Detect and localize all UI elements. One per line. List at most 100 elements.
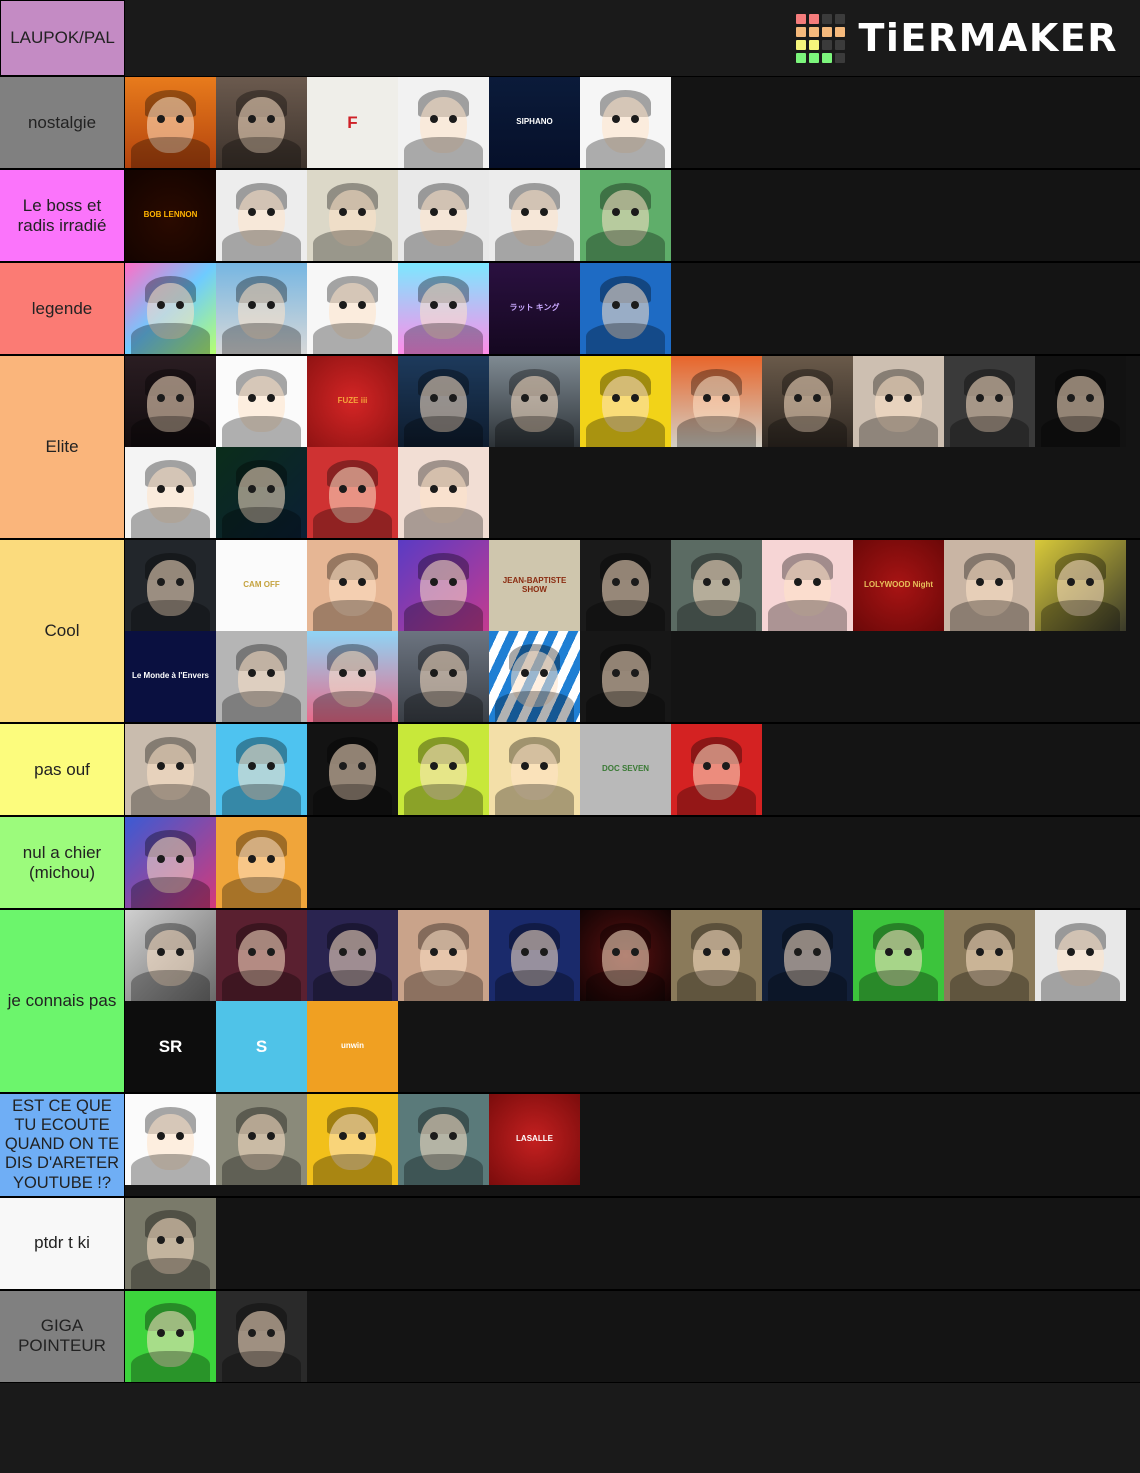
- rat-king-purple-avatar[interactable]: ラット キング: [489, 263, 580, 354]
- lasalle-logo[interactable]: LASALLE: [489, 1094, 580, 1185]
- jojo-style-portrait[interactable]: [580, 540, 671, 631]
- red-black-f-logo[interactable]: F: [307, 77, 398, 168]
- tier-label-7[interactable]: je connais pas: [0, 910, 125, 1093]
- blond-man-striped-shirt[interactable]: [216, 263, 307, 354]
- anime-pink-hair-peace-sign[interactable]: [307, 631, 398, 722]
- fire-eyes-dark-avatar[interactable]: [580, 910, 671, 1001]
- tier-label-3[interactable]: Elite: [0, 356, 125, 539]
- unwin-logo[interactable]: unwin: [307, 1001, 398, 1092]
- young-man-purple-gradient[interactable]: [398, 540, 489, 631]
- tier-label-9[interactable]: ptdr t ki: [0, 1197, 125, 1290]
- tier-items-5[interactable]: DOC SEVEN: [125, 724, 1140, 816]
- man-black-hoodie-dark[interactable]: [216, 1290, 307, 1382]
- tier-label-0[interactable]: nostalgie: [0, 77, 125, 169]
- red-cap-man-green-screen[interactable]: [853, 910, 944, 1001]
- woman-green-jacket[interactable]: [489, 724, 580, 815]
- man-colorful-graffiti-bg[interactable]: [125, 817, 216, 908]
- beanie-man-blue-light[interactable]: [398, 356, 489, 447]
- big-eyes-cartoon-face[interactable]: [398, 447, 489, 538]
- tier-label-4[interactable]: Cool: [0, 540, 125, 723]
- man-with-glasses-beard[interactable]: [398, 170, 489, 261]
- yellow-hoodie-man-neon[interactable]: [762, 910, 853, 1001]
- curly-hair-plaid-shirt-man[interactable]: [307, 724, 398, 815]
- tier-items-1[interactable]: BOB LENNON: [125, 170, 1140, 262]
- smiling-cartoon-blue-rays[interactable]: [489, 631, 580, 722]
- anime-straw-hat-character[interactable]: [307, 263, 398, 354]
- yellow-stencil-portrait[interactable]: [580, 356, 671, 447]
- face-tattoo-man-green-bg[interactable]: [125, 1290, 216, 1382]
- blue-s-logo[interactable]: S: [216, 1001, 307, 1092]
- yellow-duotone-portrait[interactable]: [1035, 540, 1126, 631]
- tier-items-6[interactable]: [125, 817, 1140, 909]
- tier-items-8[interactable]: LASALLE: [125, 1094, 1140, 1197]
- blond-cartoon-boy-avatar[interactable]: [216, 817, 307, 908]
- green-neon-hoodie-man[interactable]: [216, 447, 307, 538]
- red-pixel-cross-logo[interactable]: [671, 724, 762, 815]
- two-men-green-screen[interactable]: [398, 724, 489, 815]
- cam-off-logo[interactable]: CAM OFF: [216, 540, 307, 631]
- lolywood-night-logo[interactable]: LOLYWOOD Night: [853, 540, 944, 631]
- bw-man-thumbs-up[interactable]: [125, 910, 216, 1001]
- tier-items-4[interactable]: CAM OFF JEAN-BAPTISTE SHOW LOLYWOOD Night L…: [125, 540, 1140, 723]
- man-with-face-mask[interactable]: [125, 1197, 216, 1289]
- tier-items-2[interactable]: ラット キング: [125, 263, 1140, 355]
- red-blue-pop-art-portrait[interactable]: [307, 447, 398, 538]
- sr-logo[interactable]: SR: [125, 1001, 216, 1092]
- tier-label-10[interactable]: GIGA POINTEUR: [0, 1290, 125, 1383]
- mustache-cartoon-face[interactable]: [307, 540, 398, 631]
- laser-eyes-man[interactable]: [216, 356, 307, 447]
- yellow-white-arrow-logo[interactable]: [125, 540, 216, 631]
- shirtless-muscular-man[interactable]: [398, 1094, 489, 1185]
- doc-seven-avatar[interactable]: DOC SEVEN: [580, 724, 671, 815]
- man-sunglasses-on-head[interactable]: [580, 631, 671, 722]
- wide-eyed-close-up-man[interactable]: [398, 910, 489, 1001]
- fur-hat-sunglasses-avatar[interactable]: [216, 724, 307, 815]
- bald-man-grey-shirt[interactable]: [125, 724, 216, 815]
- minecraft-hopper-icon[interactable]: [216, 631, 307, 722]
- tier-label-6[interactable]: nul a chier (michou): [0, 817, 125, 909]
- siphano-logo[interactable]: SIPHANO: [489, 77, 580, 168]
- green-shirt-youtuber[interactable]: [580, 77, 671, 168]
- tier-items-3[interactable]: FUZE iii: [125, 356, 1140, 539]
- cat-cartoon-green-bg[interactable]: [580, 170, 671, 261]
- tier-label-5[interactable]: pas ouf: [0, 724, 125, 816]
- tier-list-title-cell[interactable]: LAUPOK/PAL: [0, 0, 125, 76]
- two-friends-red-shirts[interactable]: [489, 170, 580, 261]
- tier-label-2[interactable]: legende: [0, 263, 125, 355]
- man-looking-down-grey[interactable]: [489, 356, 580, 447]
- white-egg-character-rainbow[interactable]: [125, 263, 216, 354]
- child-red-jacket[interactable]: [944, 910, 1035, 1001]
- tier-items-0[interactable]: F SIPHANO: [125, 77, 1140, 169]
- tier-items-9[interactable]: [125, 1197, 1140, 1290]
- curly-hair-youtuber[interactable]: [216, 77, 307, 168]
- cap-sunglasses-explosion[interactable]: [671, 356, 762, 447]
- tier-items-7[interactable]: SR Sunwin: [125, 910, 1140, 1093]
- man-with-dog-cartoon[interactable]: [307, 910, 398, 1001]
- fuze-iii-logo[interactable]: FUZE iii: [307, 356, 398, 447]
- tier-label-8[interactable]: EST CE QUE TU ECOUTE QUAND ON TE DIS D'A…: [0, 1094, 125, 1197]
- minecraft-duo-animation[interactable]: [125, 77, 216, 168]
- gucci-cap-man[interactable]: [671, 910, 762, 1001]
- laughing-man-yellow-bg[interactable]: [307, 1094, 398, 1185]
- yellow-ticket-phone-logo[interactable]: [125, 1094, 216, 1185]
- purple-sunglasses-man[interactable]: [762, 356, 853, 447]
- red-cap-headphones-avatar[interactable]: [1035, 910, 1126, 1001]
- bearded-man-blue-cap[interactable]: [671, 540, 762, 631]
- bearded-man-dark-portrait[interactable]: [1035, 356, 1126, 447]
- young-man-grey-bg[interactable]: [398, 631, 489, 722]
- tier-items-10[interactable]: [125, 1290, 1140, 1383]
- jean-baptiste-show-sign[interactable]: JEAN-BAPTISTE SHOW: [489, 540, 580, 631]
- facepalm-man[interactable]: [853, 356, 944, 447]
- shocked-youtuber-hands-head[interactable]: [398, 77, 489, 168]
- banana-blue-bg[interactable]: [580, 263, 671, 354]
- man-beanie-outdoors[interactable]: [216, 1094, 307, 1185]
- tier-label-1[interactable]: Le boss et radis irradié: [0, 170, 125, 262]
- man-rainbow-shirt-studio[interactable]: [216, 910, 307, 1001]
- bearded-man-yellow-shirt[interactable]: [307, 170, 398, 261]
- potato-character[interactable]: [398, 263, 489, 354]
- surprised-man-grey-jacket[interactable]: [216, 170, 307, 261]
- man-holding-plush-heart[interactable]: [944, 540, 1035, 631]
- stained-glass-monk[interactable]: [489, 910, 580, 1001]
- bob-lennon-logo[interactable]: BOB LENNON: [125, 170, 216, 261]
- pink-cartoon-head[interactable]: [944, 356, 1035, 447]
